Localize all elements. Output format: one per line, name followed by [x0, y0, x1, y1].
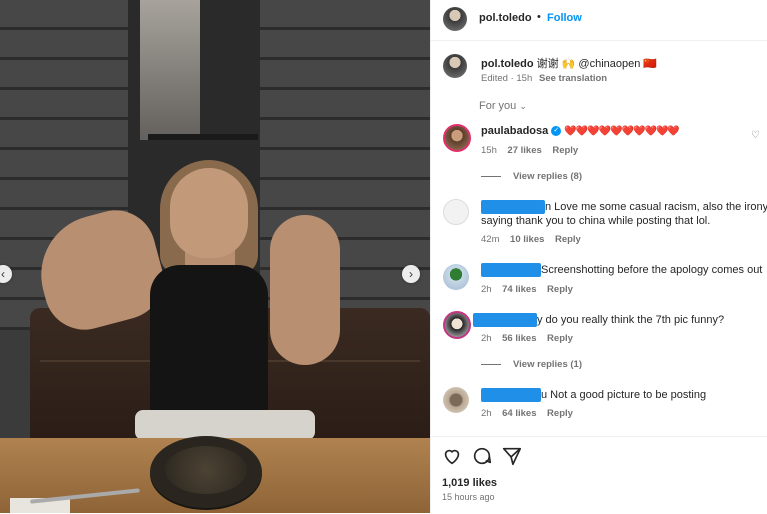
heart-icon[interactable]: ♡: [751, 130, 760, 141]
view-replies-1-label: View replies (8): [513, 171, 582, 182]
separator-dot: •: [537, 11, 541, 23]
divider-line: [481, 175, 501, 177]
comment-5-time: 2h: [481, 408, 492, 419]
follow-button[interactable]: Follow: [547, 12, 582, 24]
post-side-panel: pol.toledo • Follow pol.toledo 谢谢 🙌 @chi…: [430, 0, 767, 513]
caption-text: 谢谢 🙌 @chinaopen 🇨🇳: [536, 58, 658, 70]
author-username[interactable]: pol.toledo: [479, 12, 532, 24]
commenter-avatar[interactable]: [443, 387, 469, 413]
comment-3: Screenshotting before the apology comes …: [481, 263, 763, 278]
comment-2-time: 42m: [481, 234, 500, 245]
comment-3-reply-button[interactable]: Reply: [547, 284, 573, 295]
photo-person-top: [150, 265, 268, 425]
comment-4-time: 2h: [481, 333, 492, 344]
view-replies-2[interactable]: View replies (1): [481, 359, 582, 370]
comment-1-username[interactable]: paulabadosa: [481, 125, 548, 137]
view-replies-2-label: View replies (1): [513, 359, 582, 370]
photo-lamp: [140, 0, 200, 140]
post-actions: 1,019 likes 15 hours ago: [431, 436, 767, 514]
comment-1-likes[interactable]: 27 likes: [507, 145, 541, 156]
verified-badge-icon: ✓: [551, 126, 562, 137]
comment-icon[interactable]: [471, 445, 493, 467]
caption-username[interactable]: pol.toledo: [481, 58, 534, 70]
send-icon[interactable]: [501, 445, 523, 467]
chevron-right-icon[interactable]: ›: [402, 265, 420, 283]
comment-4: y do you really think the 7th pic funny?: [473, 313, 725, 328]
comment-4-reply-button[interactable]: Reply: [547, 333, 573, 344]
photo-shelf: [148, 134, 258, 140]
comment-1-reply-button[interactable]: Reply: [552, 145, 578, 156]
comment-3-text: Screenshotting before the apology comes …: [541, 264, 763, 276]
redacted-username: [481, 388, 541, 403]
comment-2-text-line1: n Love me some casual racism, also the i…: [545, 201, 767, 213]
commenter-avatar[interactable]: [443, 124, 471, 152]
caption-edited: Edited · 15h: [481, 73, 533, 84]
redacted-username: [473, 313, 537, 328]
see-translation-link[interactable]: See translation: [539, 73, 607, 84]
comment-3-time: 2h: [481, 284, 492, 295]
comment-4-meta: 2h 56 likes Reply: [481, 333, 573, 344]
comment-5-likes[interactable]: 64 likes: [502, 408, 536, 419]
comment-3-likes[interactable]: 74 likes: [502, 284, 536, 295]
divider-line: [481, 363, 501, 365]
author-avatar[interactable]: [443, 7, 467, 31]
photo-person-pants: [135, 410, 315, 440]
comment-2-text-line2: saying thank you to china while posting …: [481, 215, 711, 228]
post-time: 15 hours ago: [442, 492, 495, 502]
chevron-down-icon: ⌄: [519, 101, 527, 111]
comment-1-text: ❤️❤️❤️❤️❤️❤️❤️❤️❤️❤️: [564, 126, 680, 137]
commenter-avatar[interactable]: [443, 264, 469, 290]
photo-plate-food: [165, 446, 247, 494]
comment-1-time: 15h: [481, 145, 497, 156]
photo-person-arm-right: [270, 215, 340, 365]
redacted-username: [481, 200, 545, 215]
post-photo: ‹ ›: [0, 0, 430, 513]
comment-4-text: y do you really think the 7th pic funny?: [537, 314, 725, 326]
comment-5: u Not a good picture to be posting: [481, 388, 707, 403]
likes-count[interactable]: 1,019 likes: [442, 477, 497, 489]
commenter-avatar[interactable]: [443, 311, 471, 339]
for-you-label: For you: [479, 100, 517, 112]
post-header: pol.toledo • Follow: [431, 0, 767, 41]
caption: pol.toledo 谢谢 🙌 @chinaopen 🇨🇳: [481, 55, 657, 71]
comment-2-reply-button[interactable]: Reply: [555, 234, 581, 245]
redacted-username: [481, 263, 541, 278]
photo-person-head: [170, 168, 248, 258]
comment-3-meta: 2h 74 likes Reply: [481, 284, 573, 295]
comment-5-reply-button[interactable]: Reply: [547, 408, 573, 419]
comment-2-likes[interactable]: 10 likes: [510, 234, 544, 245]
comment-2-meta: 42m 10 likes Reply: [481, 234, 581, 245]
comment-1-meta: 15h 27 likes Reply: [481, 145, 578, 156]
comment-1: paulabadosa ✓ ❤️❤️❤️❤️❤️❤️❤️❤️❤️❤️: [481, 124, 680, 139]
comment-2: n Love me some casual racism, also the i…: [481, 200, 767, 228]
heart-icon[interactable]: [441, 445, 463, 467]
comment-5-text: u Not a good picture to be posting: [541, 389, 707, 401]
comment-5-meta: 2h 64 likes Reply: [481, 408, 573, 419]
for-you-filter[interactable]: For you ⌄: [479, 100, 527, 112]
view-replies-1[interactable]: View replies (8): [481, 171, 582, 182]
comment-4-likes[interactable]: 56 likes: [502, 333, 536, 344]
caption-avatar[interactable]: [443, 54, 467, 78]
commenter-avatar[interactable]: [443, 199, 469, 225]
